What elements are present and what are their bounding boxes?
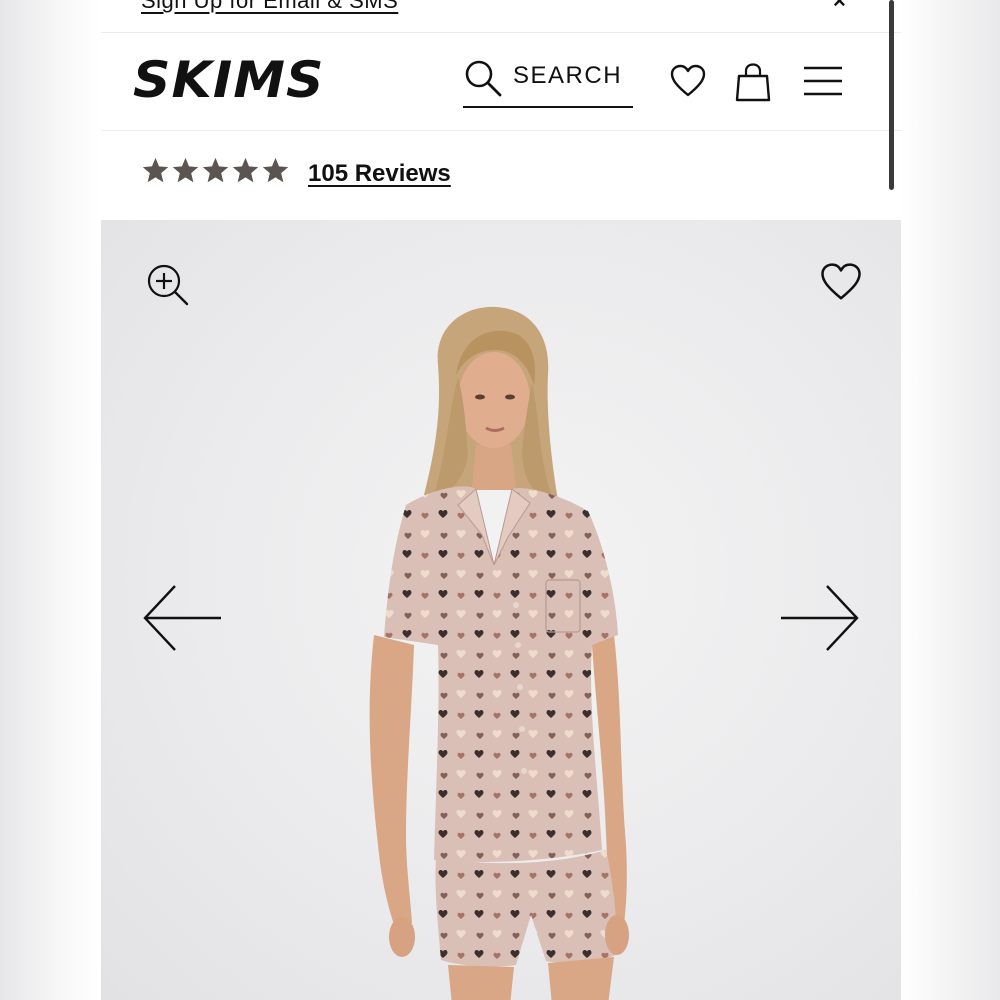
mobile-page: Sign Up for Email & SMS × SKIMS SEARCH 1… [101,0,901,1000]
close-icon[interactable]: × [833,0,846,14]
reviews-link[interactable]: 105 Reviews [308,160,451,188]
product-image-gallery[interactable] [101,220,901,1000]
search-button[interactable]: SEARCH [463,54,633,108]
star-icon [262,157,289,183]
star-icon [142,157,169,183]
heart-outline-icon[interactable] [819,260,863,304]
star-icon [202,157,229,183]
product-model-image [369,306,629,1000]
heart-icon[interactable] [669,62,707,100]
search-label: SEARCH [513,62,623,89]
email-sms-signup-link[interactable]: Sign Up for Email & SMS [141,0,398,14]
promo-banner: Sign Up for Email & SMS × [101,0,901,33]
shopping-bag-icon[interactable] [735,62,771,102]
zoom-in-icon[interactable] [145,262,191,308]
star-icon [232,157,259,183]
reviews-summary: 105 Reviews [141,150,541,194]
hamburger-menu-icon[interactable] [803,64,843,98]
scrollbar[interactable] [889,0,894,190]
arrow-left-icon[interactable] [141,582,223,654]
arrow-right-icon[interactable] [779,582,861,654]
skims-logo[interactable]: SKIMS [133,52,341,108]
search-icon [465,60,502,97]
site-header: SKIMS SEARCH [101,34,901,131]
star-rating [141,156,291,186]
star-icon [172,157,199,183]
